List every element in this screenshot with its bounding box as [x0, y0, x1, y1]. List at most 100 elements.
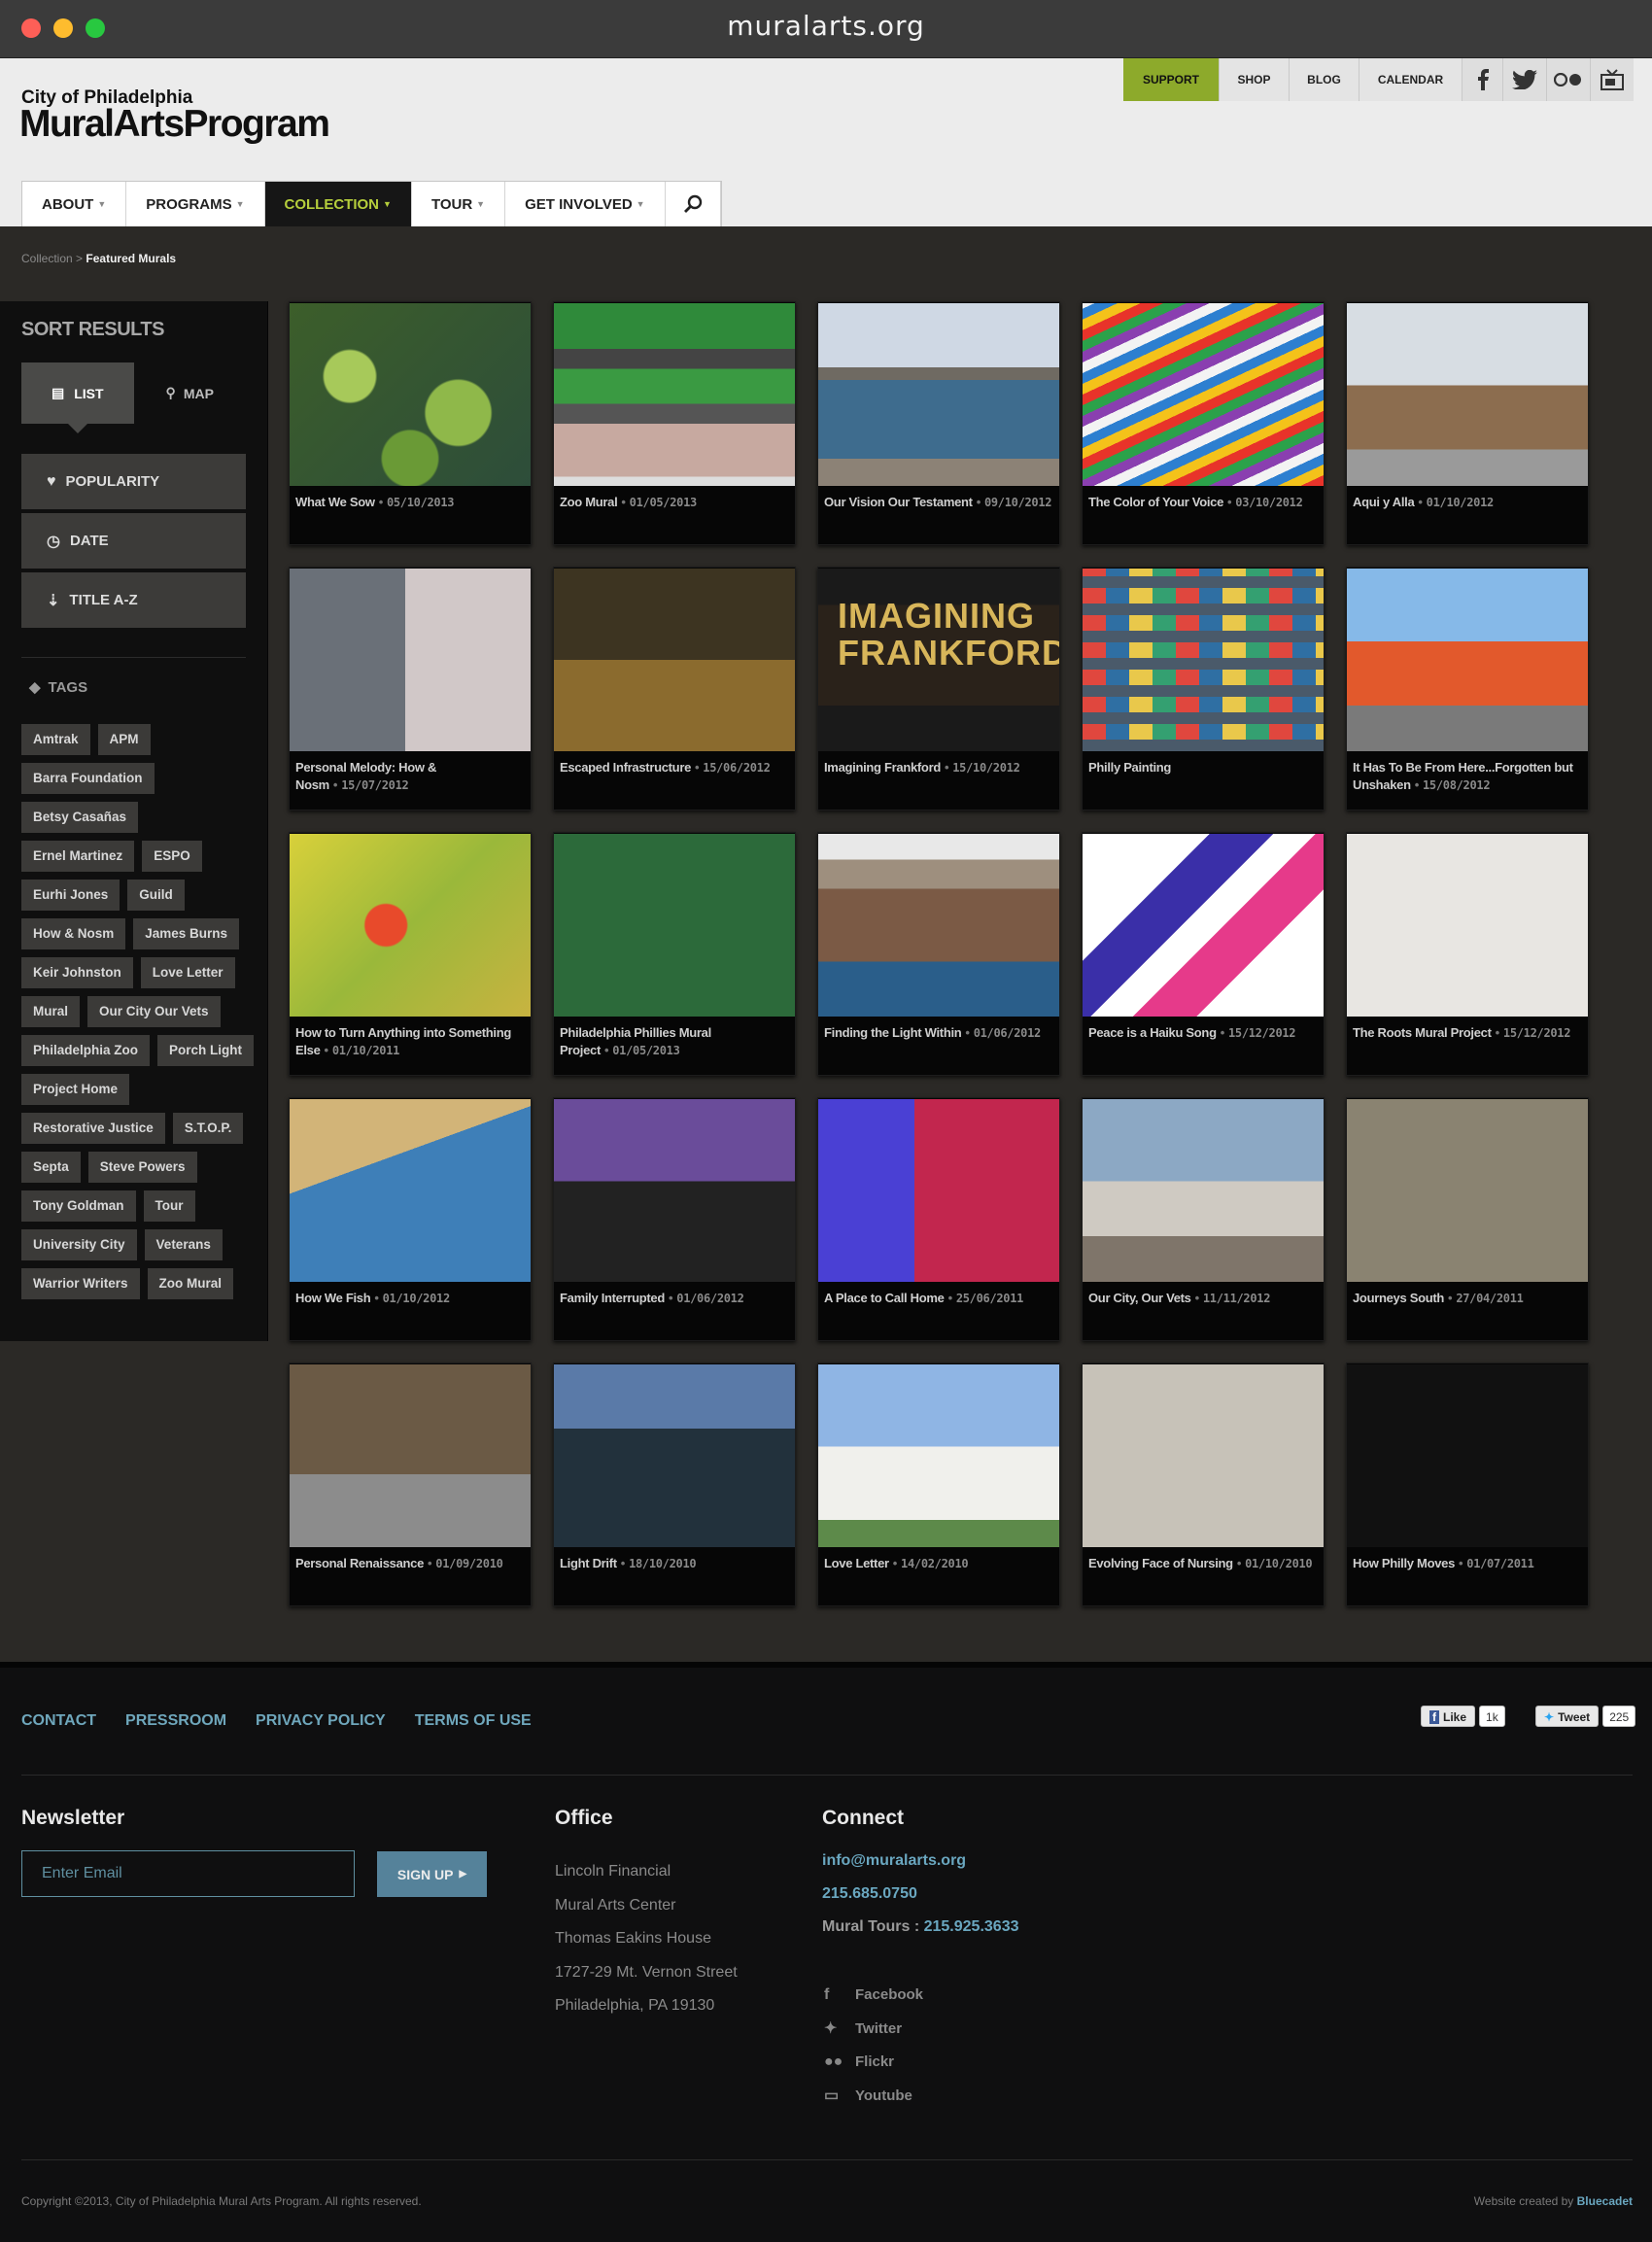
mural-title[interactable]: A Place to Call Home — [824, 1291, 945, 1305]
mural-thumbnail[interactable] — [1083, 303, 1324, 486]
mural-thumbnail[interactable] — [290, 569, 531, 751]
mural-thumbnail[interactable] — [290, 1099, 531, 1282]
mural-title[interactable]: Peace is a Haiku Song — [1088, 1025, 1217, 1040]
tag-button[interactable]: S.T.O.P. — [172, 1113, 244, 1144]
credit-link[interactable]: Bluecadet — [1577, 2194, 1633, 2208]
mural-card[interactable]: The Roots Mural Project • 15/12/2012 — [1346, 832, 1589, 1076]
mural-title[interactable]: Imagining Frankford — [824, 760, 941, 775]
tag-button[interactable]: Zoo Mural — [147, 1268, 234, 1299]
shop-link[interactable]: SHOP — [1219, 58, 1289, 101]
nav-programs[interactable]: PROGRAMS ▼ — [126, 182, 265, 226]
tag-button[interactable]: Eurhi Jones — [21, 880, 120, 911]
blog-link[interactable]: BLOG — [1289, 58, 1359, 101]
mural-thumbnail[interactable] — [554, 1099, 795, 1282]
mural-thumbnail[interactable] — [554, 834, 795, 1017]
mural-thumbnail[interactable] — [1347, 834, 1588, 1017]
mural-thumbnail[interactable] — [1347, 569, 1588, 751]
mural-card[interactable]: Philadelphia Phillies Mural Project • 01/0… — [553, 832, 796, 1076]
tag-button[interactable]: Project Home — [21, 1074, 130, 1105]
mural-thumbnail[interactable] — [1347, 1099, 1588, 1282]
calendar-link[interactable]: CALENDAR — [1359, 58, 1462, 101]
mural-thumbnail[interactable] — [554, 303, 795, 486]
tours-phone-link[interactable]: 215.925.3633 — [924, 1918, 1019, 1935]
mural-title[interactable]: Journeys South — [1353, 1291, 1444, 1305]
tweet-widget[interactable]: ✦ Tweet 225 — [1535, 1705, 1636, 1728]
mural-title[interactable]: The Roots Mural Project — [1353, 1025, 1492, 1040]
tweet-button[interactable]: ✦ Tweet — [1535, 1706, 1600, 1727]
map-view-button[interactable]: ⚲ MAP — [134, 362, 247, 424]
mural-card[interactable]: Zoo Mural • 01/05/2013 — [553, 301, 796, 545]
twitter-link[interactable]: ✦ Twitter — [824, 2013, 923, 2047]
mural-title[interactable]: Evolving Face of Nursing — [1088, 1556, 1233, 1570]
facebook-link[interactable]: f Facebook — [824, 1979, 923, 2013]
signup-button[interactable]: SIGN UP ▶ — [377, 1851, 487, 1897]
mural-title[interactable]: Our Vision Our Testament — [824, 495, 973, 509]
mural-thumbnail[interactable] — [1083, 834, 1324, 1017]
mural-card[interactable]: Our Vision Our Testament • 09/10/2012 — [817, 301, 1060, 545]
pressroom-link[interactable]: PRESSROOM — [125, 1712, 226, 1730]
facebook-icon[interactable] — [1462, 58, 1502, 101]
tag-button[interactable]: Tour — [143, 1190, 195, 1222]
mural-card[interactable]: How We Fish • 01/10/2012 — [289, 1097, 532, 1341]
mural-thumbnail[interactable] — [290, 303, 531, 486]
tag-button[interactable]: University City — [21, 1229, 137, 1260]
mural-title[interactable]: Finding the Light Within — [824, 1025, 962, 1040]
tag-button[interactable]: Love Letter — [140, 957, 235, 988]
tag-button[interactable]: Amtrak — [21, 724, 90, 755]
tag-button[interactable]: Guild — [127, 880, 185, 911]
mural-title[interactable]: How Philly Moves — [1353, 1556, 1455, 1570]
tag-button[interactable]: APM — [97, 724, 151, 755]
phone-link[interactable]: 215.685.0750 — [822, 1878, 1018, 1911]
mural-card[interactable]: Aqui y Alla • 01/10/2012 — [1346, 301, 1589, 545]
mural-title[interactable]: Our City, Our Vets — [1088, 1291, 1191, 1305]
nav-tour[interactable]: TOUR ▼ — [412, 182, 506, 226]
mural-title[interactable]: How We Fish — [295, 1291, 371, 1305]
tag-button[interactable]: Tony Goldman — [21, 1190, 136, 1222]
mural-card[interactable]: Love Letter • 14/02/2010 — [817, 1362, 1060, 1606]
privacy-policy-link[interactable]: PRIVACY POLICY — [256, 1712, 386, 1730]
mural-card[interactable]: Personal Melody: How & Nosm • 15/07/2012 — [289, 567, 532, 811]
tag-button[interactable]: Barra Foundation — [21, 763, 155, 794]
contact-link[interactable]: CONTACT — [21, 1712, 96, 1730]
mural-title[interactable]: Philly Painting — [1088, 760, 1171, 775]
tag-button[interactable]: Our City Our Vets — [87, 996, 221, 1027]
mural-card[interactable]: Journeys South • 27/04/2011 — [1346, 1097, 1589, 1341]
mural-card[interactable]: What We Sow • 05/10/2013 — [289, 301, 532, 545]
mural-card[interactable]: How to Turn Anything into Something Else… — [289, 832, 532, 1076]
nav-about[interactable]: ABOUT ▼ — [22, 182, 127, 226]
mural-thumbnail[interactable] — [818, 1364, 1059, 1547]
terms-of-use-link[interactable]: TERMS OF USE — [415, 1712, 532, 1730]
mural-title[interactable]: Aqui y Alla — [1353, 495, 1415, 509]
twitter-icon[interactable] — [1502, 58, 1546, 101]
mural-card[interactable]: Escaped Infrastructure • 15/06/2012 — [553, 567, 796, 811]
breadcrumb-parent[interactable]: Collection — [21, 252, 73, 265]
mural-thumbnail[interactable] — [818, 1099, 1059, 1282]
sort-title-button[interactable]: ⇣ TITLE A-Z — [21, 572, 246, 628]
youtube-link[interactable]: ▭ Youtube — [824, 2080, 923, 2114]
mural-card[interactable]: Peace is a Haiku Song • 15/12/2012 — [1082, 832, 1325, 1076]
mural-card[interactable]: How Philly Moves • 01/07/2011 — [1346, 1362, 1589, 1606]
tag-button[interactable]: Restorative Justice — [21, 1113, 165, 1144]
facebook-like-widget[interactable]: f Like 1k — [1421, 1705, 1505, 1728]
facebook-like-button[interactable]: f Like — [1421, 1706, 1476, 1727]
mural-thumbnail[interactable] — [290, 834, 531, 1017]
mural-thumbnail[interactable] — [554, 569, 795, 751]
mural-card[interactable]: Evolving Face of Nursing • 01/10/2010 — [1082, 1362, 1325, 1606]
tag-button[interactable]: Keir Johnston — [21, 957, 133, 988]
mural-thumbnail[interactable] — [818, 303, 1059, 486]
tag-button[interactable]: Septa — [21, 1152, 81, 1183]
mural-card[interactable]: Finding the Light Within • 01/06/2012 — [817, 832, 1060, 1076]
email-link[interactable]: info@muralarts.org — [822, 1845, 1018, 1878]
mural-card[interactable]: Our City, Our Vets • 11/11/2012 — [1082, 1097, 1325, 1341]
mural-title[interactable]: Zoo Mural — [560, 495, 618, 509]
mural-title[interactable]: Family Interrupted — [560, 1291, 665, 1305]
nav-get-involved[interactable]: GET INVOLVED ▼ — [505, 182, 666, 226]
tag-button[interactable]: Veterans — [144, 1229, 223, 1260]
sort-popularity-button[interactable]: ♥ POPULARITY — [21, 454, 246, 509]
tag-button[interactable]: Betsy Casañas — [21, 802, 139, 833]
tag-button[interactable]: Porch Light — [157, 1035, 255, 1066]
tag-button[interactable]: ESPO — [142, 841, 202, 872]
youtube-icon[interactable] — [1590, 58, 1634, 101]
mural-card[interactable]: The Color of Your Voice • 03/10/2012 — [1082, 301, 1325, 545]
nav-collection[interactable]: COLLECTION ▼ — [264, 182, 412, 226]
